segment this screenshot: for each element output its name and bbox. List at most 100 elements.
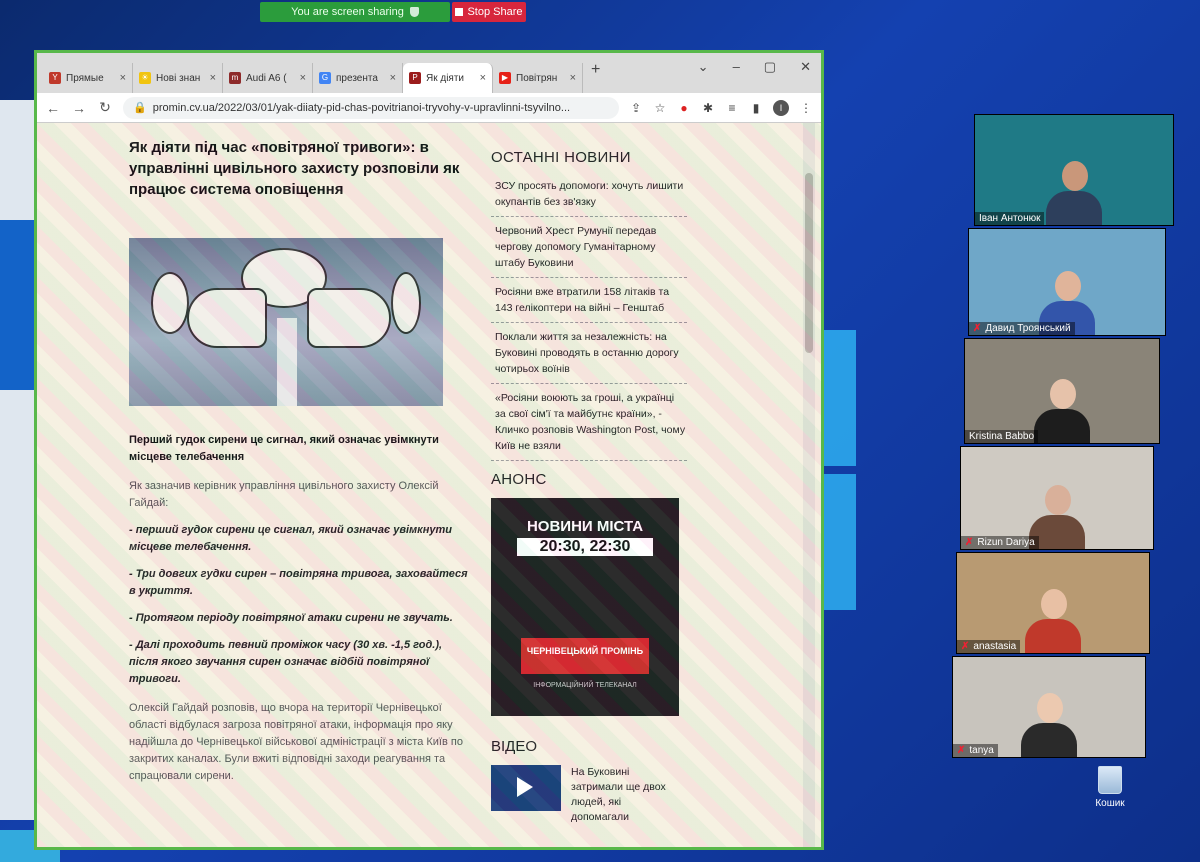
window-controls: ⌄ – ▢ ✕	[698, 59, 811, 75]
close-icon[interactable]: ×	[300, 72, 306, 84]
tab-favicon-icon: G	[319, 72, 331, 84]
article-lead: Перший гудок сирени це сигнал, який озна…	[129, 434, 439, 463]
participant-tile[interactable]: Kristina Babbo	[964, 338, 1160, 444]
promo-banner[interactable]: НОВИНИ МІСТА 20:30, 22:30 ЧЕРНІВЕЦЬКИЙ П…	[491, 498, 679, 716]
participant-video	[1046, 161, 1102, 225]
tab-label: презента	[336, 72, 378, 84]
close-window-icon[interactable]: ✕	[800, 59, 811, 75]
windows-logo	[820, 330, 856, 610]
address-bar[interactable]: 🔒 promin.cv.ua/2022/03/01/yak-diiaty-pid…	[123, 96, 619, 119]
participant-name: Kristina Babbo	[965, 430, 1039, 443]
tab-3[interactable]: G презента ×	[313, 63, 403, 93]
muted-mic-icon: ✗	[957, 745, 966, 756]
recycle-bin[interactable]: Кошик	[1090, 766, 1130, 809]
close-icon[interactable]: ×	[120, 72, 126, 84]
browser-window: Y Прямые × ☀ Нові знан × m Audi A6 ( × G…	[34, 50, 824, 850]
participant-name: ✗ Rizun Dariya	[961, 536, 1039, 549]
tab-favicon-icon: ▶	[499, 72, 511, 84]
participant-tile[interactable]: Іван Антонюк	[974, 114, 1174, 226]
tab-favicon-icon: Y	[49, 72, 61, 84]
shield-icon	[409, 7, 419, 17]
toolbar: ← → ↻ 🔒 promin.cv.ua/2022/03/01/yak-diia…	[37, 93, 821, 123]
recycle-bin-icon	[1098, 766, 1122, 794]
news-link[interactable]: «Росіяни воюють за гроші, а українці за …	[491, 384, 687, 461]
web-page: Як діяти під час «повітряної тривоги»: в…	[37, 123, 821, 847]
tab-2[interactable]: m Audi A6 ( ×	[223, 63, 313, 93]
opera-extension-icon[interactable]: ●	[677, 101, 691, 115]
reload-icon[interactable]: ↻	[97, 99, 113, 116]
media-queue-icon[interactable]: ≡	[725, 101, 739, 115]
page-scrollbar[interactable]	[803, 123, 815, 847]
minimize-icon[interactable]: –	[733, 59, 740, 75]
tab-favicon-icon: ☀	[139, 72, 151, 84]
siren-image	[129, 238, 443, 406]
menu-kebab-icon[interactable]: ⋮	[799, 101, 813, 115]
tab-favicon-icon: m	[229, 72, 241, 84]
promo-logo: ЧЕРНІВЕЦЬКИЙ ПРОМІНЬ	[521, 638, 649, 674]
screen-sharing-text: You are screen sharing	[291, 6, 404, 18]
latest-news-heading: ОСТАННІ НОВИНИ	[491, 149, 631, 166]
profile-avatar[interactable]: I	[773, 99, 789, 116]
anons-heading: АНОНС	[491, 471, 547, 488]
video-item[interactable]: На Буковині затримали ще двох людей, які…	[491, 765, 687, 825]
participant-tile[interactable]: ✗ anastasia	[956, 552, 1150, 654]
tab-search-icon[interactable]: ⌄	[698, 59, 709, 75]
url-text: promin.cv.ua/2022/03/01/yak-diiaty-pid-c…	[152, 101, 571, 114]
close-icon[interactable]: ×	[210, 72, 216, 84]
close-icon[interactable]: ×	[480, 72, 486, 84]
tab-1[interactable]: ☀ Нові знан ×	[133, 63, 223, 93]
stop-icon	[455, 8, 464, 16]
article: Як діяти під час «повітряної тривоги»: в…	[129, 137, 469, 785]
side-panel-icon[interactable]: ▮	[749, 101, 763, 115]
article-bullet: - Протягом періоду повітряної атаки сире…	[129, 612, 453, 624]
tab-label: Повітрян	[516, 72, 558, 84]
stop-share-label: Stop Share	[467, 6, 523, 18]
news-link[interactable]: ЗСУ просять допомоги: хочуть лишити окуп…	[491, 172, 687, 217]
article-title: Як діяти під час «повітряної тривоги»: в…	[129, 139, 460, 198]
tab-label: Нові знан	[156, 72, 201, 84]
share-icon[interactable]: ⇪	[629, 101, 643, 115]
scrollbar-thumb[interactable]	[805, 173, 813, 353]
article-bullet: - Три довгих гудки сирен – повітряна три…	[129, 568, 468, 597]
forward-icon[interactable]: →	[71, 100, 87, 116]
tab-label: Як діяти	[426, 72, 465, 84]
tab-strip: Y Прямые × ☀ Нові знан × m Audi A6 ( × G…	[37, 53, 821, 93]
participant-video	[1021, 693, 1077, 757]
extensions-puzzle-icon[interactable]: ✱	[701, 101, 715, 115]
muted-mic-icon: ✗	[965, 537, 974, 548]
video-thumbnail[interactable]	[491, 765, 561, 811]
muted-mic-icon: ✗	[961, 641, 970, 652]
participant-tile[interactable]: ✗ tanya	[952, 656, 1146, 758]
news-link[interactable]: Червоний Хрест Румунії передав чергову д…	[491, 217, 687, 278]
new-tab-button[interactable]: +	[583, 61, 608, 85]
promo-title: НОВИНИ МІСТА	[526, 518, 644, 535]
tab-favicon-icon: P	[409, 72, 421, 84]
recycle-bin-label: Кошик	[1095, 798, 1125, 809]
participant-tile[interactable]: ✗ Давид Троянський	[968, 228, 1166, 336]
tab-4-active[interactable]: P Як діяти ×	[403, 63, 493, 93]
stop-share-button[interactable]: Stop Share	[452, 2, 526, 22]
promo-times: 20:30, 22:30	[517, 538, 653, 556]
tab-label: Audi A6 (	[246, 72, 287, 84]
close-icon[interactable]: ×	[390, 72, 396, 84]
video-title[interactable]: На Буковині затримали ще двох людей, які…	[571, 765, 671, 825]
back-icon[interactable]: ←	[45, 100, 61, 116]
bookmark-star-icon[interactable]: ☆	[653, 101, 667, 115]
participant-tile[interactable]: ✗ Rizun Dariya	[960, 446, 1154, 550]
promo-subtitle: ІНФОРМАЦІЙНИЙ ТЕЛЕКАНАЛ	[533, 682, 637, 689]
participant-name: ✗ Давид Троянський	[969, 322, 1075, 335]
maximize-icon[interactable]: ▢	[764, 59, 776, 75]
tab-0[interactable]: Y Прямые ×	[43, 63, 133, 93]
participant-name: ✗ tanya	[953, 744, 998, 757]
article-intro: Як зазначив керівник управління цивільно…	[129, 480, 439, 509]
screen-sharing-indicator: You are screen sharing	[260, 2, 450, 22]
news-link[interactable]: Поклали життя за незалежність: на Букови…	[491, 323, 687, 384]
muted-mic-icon: ✗	[973, 323, 982, 334]
article-bullet: - Далі проходить певний проміжок часу (3…	[129, 639, 443, 685]
participant-video	[1025, 589, 1081, 653]
close-icon[interactable]: ×	[570, 72, 576, 84]
tab-5[interactable]: ▶ Повітрян ×	[493, 63, 583, 93]
participant-name: ✗ anastasia	[957, 640, 1021, 653]
news-link[interactable]: Росіяни вже втратили 158 літаків та 143 …	[491, 278, 687, 323]
lock-icon: 🔒	[133, 102, 147, 114]
